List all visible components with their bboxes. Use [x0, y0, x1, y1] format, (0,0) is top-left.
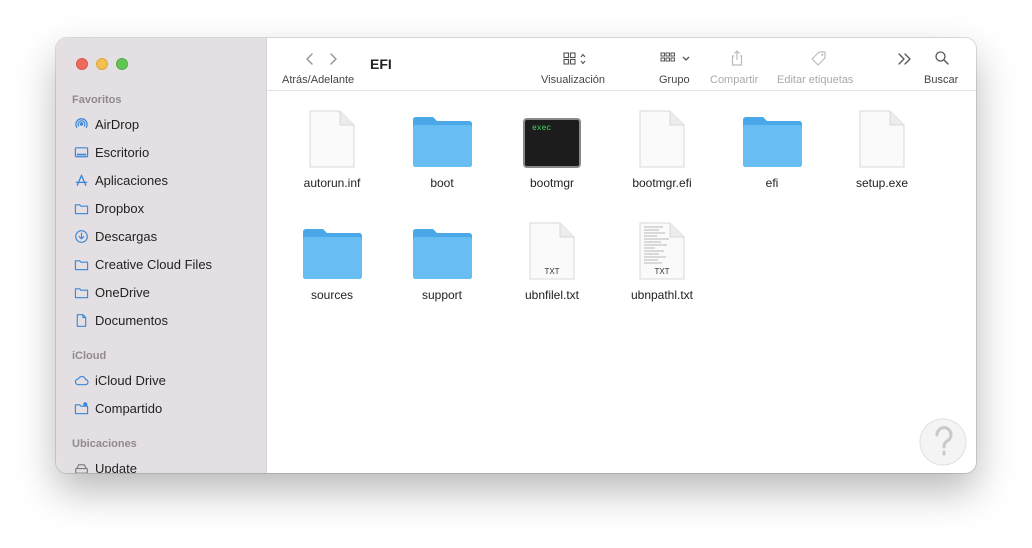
sidebar-item-label: iCloud Drive	[95, 372, 166, 388]
file-name: autorun.inf	[303, 176, 361, 190]
folder-icon	[717, 106, 827, 168]
folder-icon	[74, 203, 89, 214]
txt-file-icon: TXT	[497, 218, 607, 280]
file-item[interactable]: bootmgr.efi	[607, 106, 717, 190]
sidebar-item-descargas[interactable]: Descargas	[74, 226, 157, 246]
view-label: Visualización	[541, 74, 606, 86]
file-item[interactable]: TXT ubnfilel.txt	[497, 218, 607, 302]
sidebar-item-label: Escritorio	[95, 144, 150, 160]
document-icon	[607, 106, 717, 168]
view-grid-icon[interactable]	[562, 51, 592, 67]
sidebar-item-dropbox[interactable]: Dropbox	[74, 198, 144, 218]
folder-icon	[387, 106, 497, 168]
folder-icon	[277, 218, 387, 280]
search-icon[interactable]	[934, 50, 950, 66]
sidebar-item-creative-cloud-files[interactable]: Creative Cloud Files	[74, 254, 212, 274]
file-name: ubnfilel.txt	[524, 288, 580, 302]
file-item[interactable]: sources	[277, 218, 387, 302]
airdrop-icon	[75, 117, 88, 128]
file-item[interactable]: setup.exe	[827, 106, 937, 190]
sidebar-item-aplicaciones[interactable]: Aplicaciones	[74, 170, 168, 190]
sidebar-item-label: Update	[95, 460, 137, 474]
site-logo-watermark	[919, 418, 967, 466]
sidebar-item-compartido[interactable]: Compartido	[74, 398, 162, 418]
exec-badge: exec	[532, 124, 551, 133]
file-item[interactable]: boot	[387, 106, 497, 190]
tags-label: Editar etiquetas	[777, 74, 854, 86]
favorites-section-title: Favoritos	[72, 94, 122, 106]
file-grid: autorun.inf boot exec bootmgr bootmgr.ef…	[267, 92, 976, 473]
folder-icon	[387, 218, 497, 280]
window-title: EFI	[370, 56, 392, 72]
file-item[interactable]: exec bootmgr	[497, 106, 607, 190]
folder-icon	[74, 259, 89, 270]
txt-badge: TXT	[654, 267, 669, 276]
file-item[interactable]: efi	[717, 106, 827, 190]
finder-window: Favoritos AirDrop Escritorio Aplicacione…	[56, 38, 976, 473]
sidebar-item-label: Creative Cloud Files	[95, 256, 213, 272]
document-icon	[277, 106, 387, 168]
document-icon	[76, 313, 87, 327]
sidebar-item-update[interactable]: Update	[74, 458, 137, 473]
forward-button[interactable]	[327, 52, 339, 66]
back-button[interactable]	[304, 52, 316, 66]
sidebar-item-airdrop[interactable]: AirDrop	[74, 114, 139, 134]
sidebar-item-label: Descargas	[95, 228, 158, 244]
sidebar: Favoritos AirDrop Escritorio Aplicacione…	[56, 38, 267, 473]
exec-icon: exec	[497, 106, 607, 168]
folder-icon	[74, 287, 89, 298]
file-item[interactable]: TXT ubnpathl.txt	[607, 218, 717, 302]
applications-icon	[75, 174, 88, 186]
tag-icon[interactable]	[810, 50, 828, 68]
desktop-icon	[74, 146, 89, 157]
sidebar-item-onedrive[interactable]: OneDrive	[74, 282, 150, 302]
sidebar-item-label: Documentos	[95, 312, 168, 328]
group-label: Grupo	[659, 74, 690, 86]
share-icon[interactable]	[729, 49, 745, 67]
txt-badge: TXT	[544, 267, 559, 276]
file-name: setup.exe	[855, 176, 909, 190]
sidebar-item-icloud-drive[interactable]: iCloud Drive	[74, 370, 166, 390]
sidebar-item-label: Dropbox	[95, 200, 145, 216]
locations-section-title: Ubicaciones	[72, 438, 137, 450]
search-label: Buscar	[924, 74, 959, 86]
file-item[interactable]: support	[387, 218, 497, 302]
minimize-button[interactable]	[96, 58, 108, 70]
sidebar-item-label: Compartido	[95, 400, 163, 416]
icloud-section-title: iCloud	[72, 350, 107, 362]
file-name: ubnpathl.txt	[630, 288, 694, 302]
sidebar-item-escritorio[interactable]: Escritorio	[74, 142, 149, 162]
zoom-button[interactable]	[116, 58, 128, 70]
cloud-icon	[74, 375, 89, 385]
file-name: support	[421, 288, 463, 302]
group-icon[interactable]	[659, 51, 693, 67]
download-icon	[75, 229, 88, 243]
file-item[interactable]: autorun.inf	[277, 106, 387, 190]
sidebar-item-label: Aplicaciones	[95, 172, 168, 188]
nav-label: Atrás/Adelante	[282, 74, 355, 86]
file-name: boot	[430, 176, 454, 190]
sidebar-item-label: OneDrive	[95, 284, 150, 300]
txt-file-icon: TXT	[607, 218, 717, 280]
file-name: efi	[765, 176, 779, 190]
more-chevron-icon[interactable]	[896, 51, 914, 67]
file-name: bootmgr	[529, 176, 575, 190]
file-name: sources	[310, 288, 354, 302]
sidebar-item-documentos[interactable]: Documentos	[74, 310, 168, 330]
drive-icon	[75, 463, 88, 473]
file-name: bootmgr.efi	[632, 176, 692, 190]
window-controls	[76, 58, 128, 70]
close-button[interactable]	[76, 58, 88, 70]
document-icon	[827, 106, 937, 168]
share-label: Compartir	[710, 74, 759, 86]
sidebar-item-label: AirDrop	[95, 116, 140, 132]
shared-folder-icon	[74, 401, 89, 414]
toolbar: Atrás/Adelante EFI Visualización Grupo C…	[267, 38, 976, 91]
